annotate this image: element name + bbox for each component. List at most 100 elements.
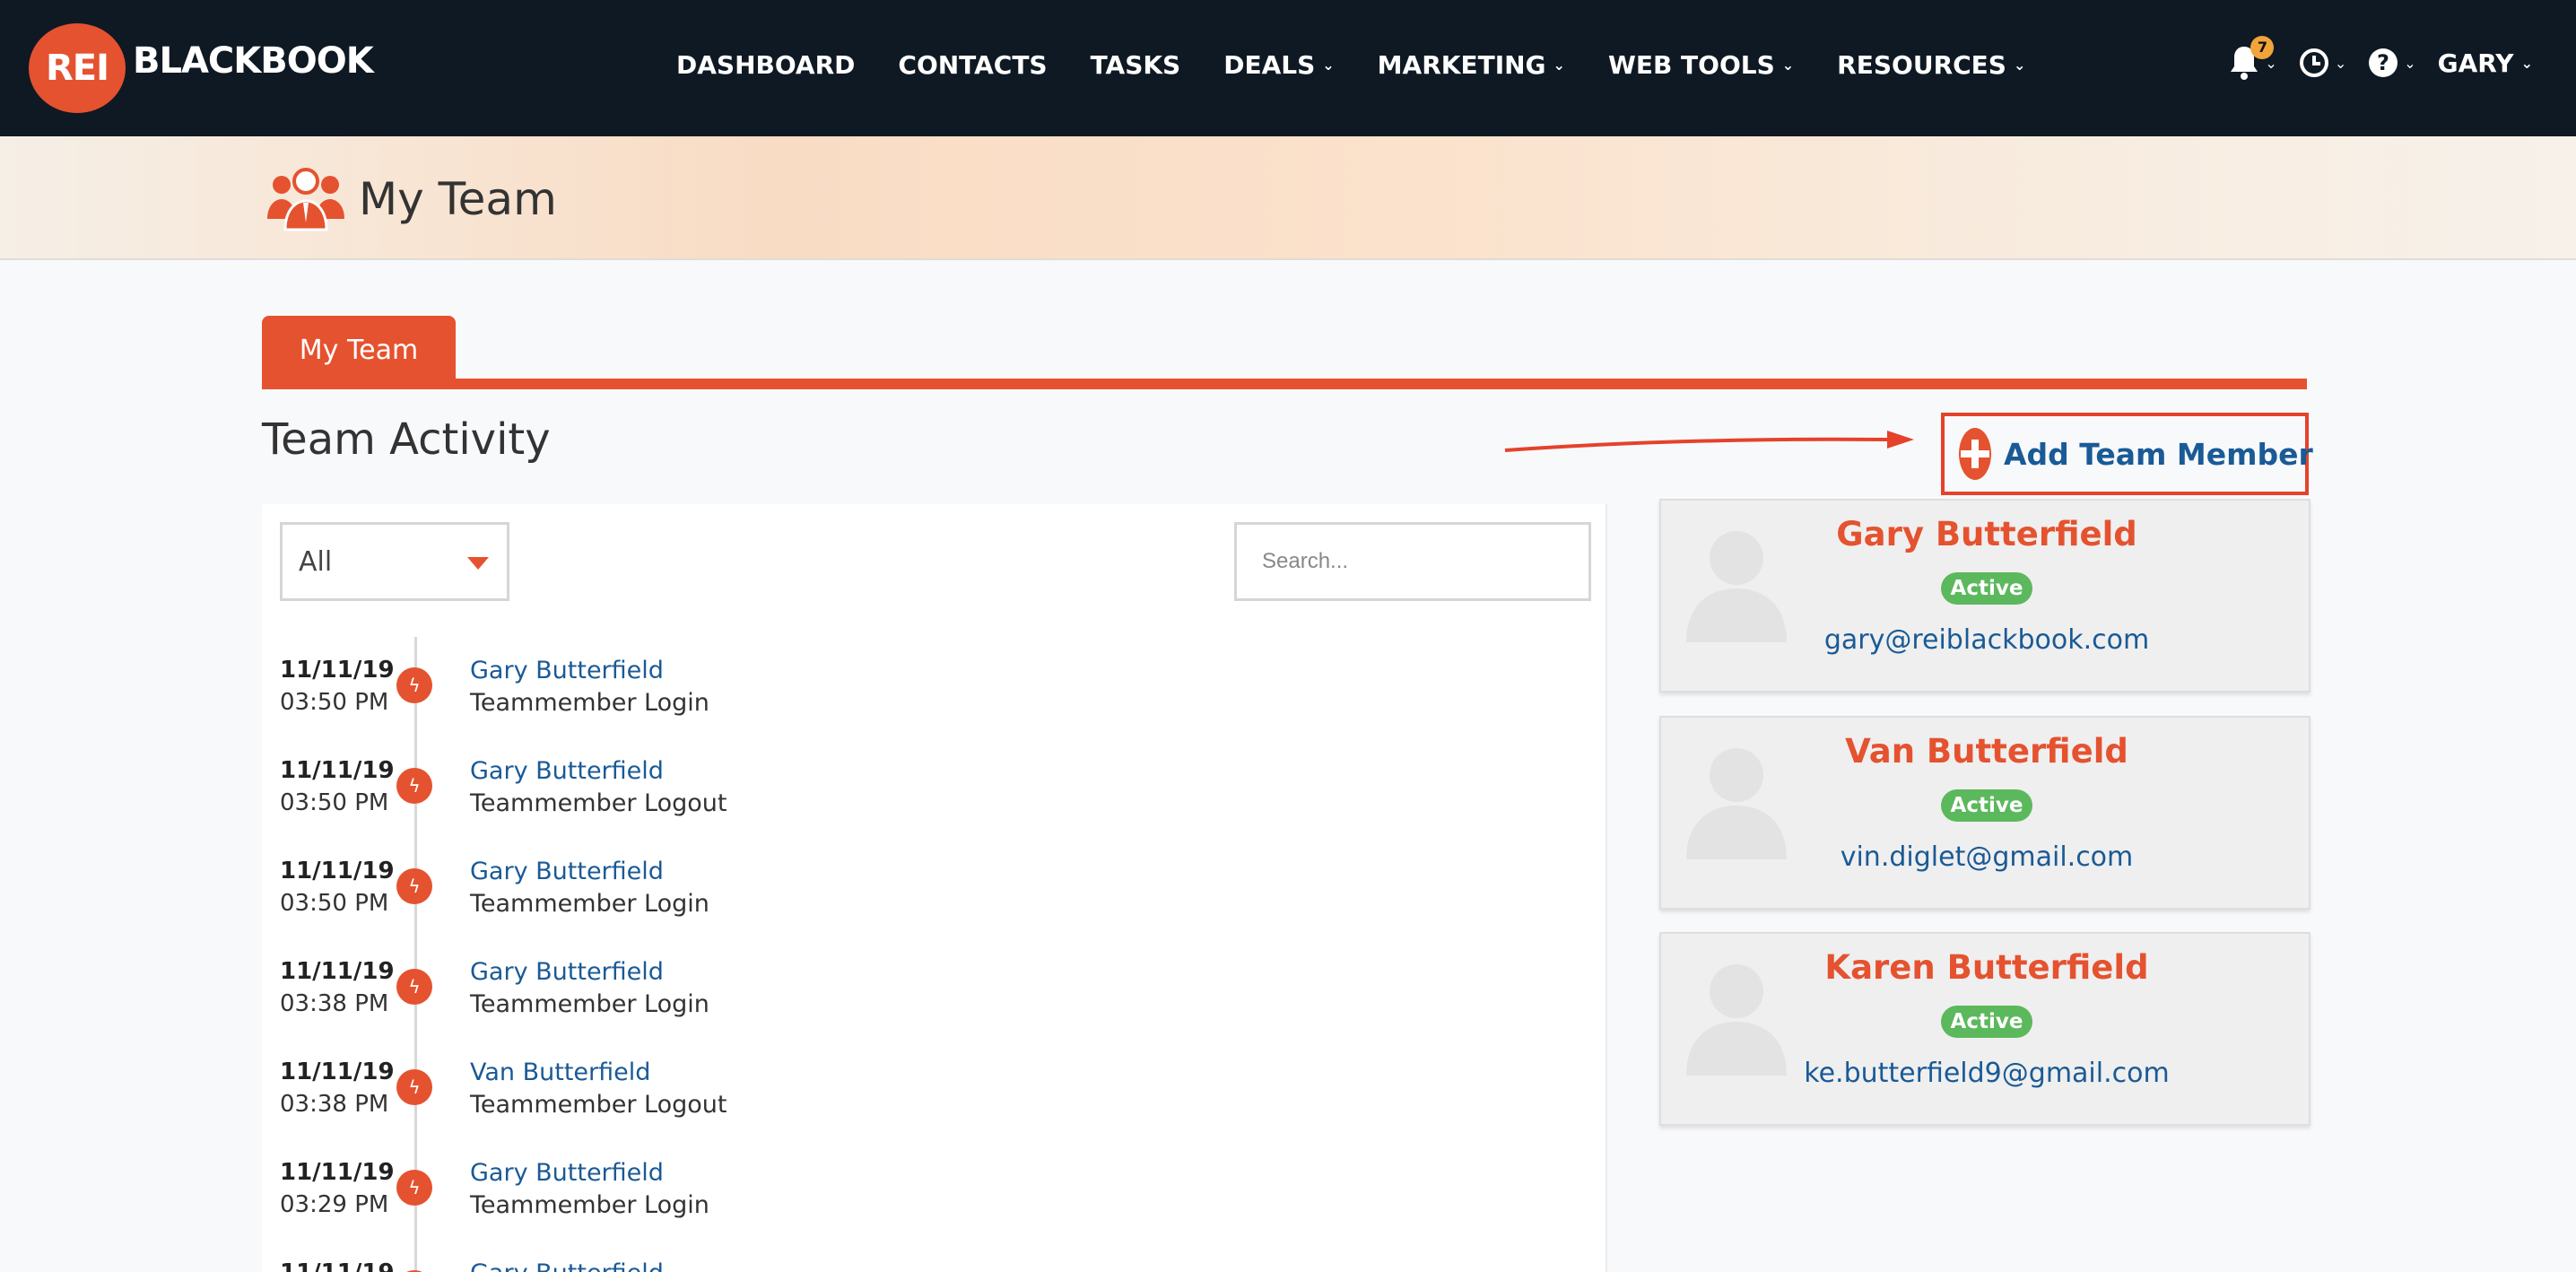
activity-member-link[interactable]: Gary Butterfield <box>470 657 664 684</box>
member-email[interactable]: gary@reiblackbook.com <box>1661 624 2312 656</box>
team-member-card[interactable]: Gary Butterfield Active gary@reiblackboo… <box>1659 499 2311 693</box>
nav-utilities: 7 ⌄ ⌄ ? ⌄ GARY ⌄ <box>2229 36 2533 81</box>
activity-member-link[interactable]: Gary Butterfield <box>470 1159 664 1187</box>
lightning-icon: ϟ <box>396 969 432 1005</box>
chevron-down-icon: ⌄ <box>2520 54 2533 72</box>
lightning-icon: ϟ <box>396 868 432 904</box>
user-menu[interactable]: GARY ⌄ <box>2438 48 2533 78</box>
lightning-icon: ϟ <box>396 768 432 804</box>
activity-action: Teammember Logout <box>470 1091 727 1119</box>
nav-label: CONTACTS <box>898 50 1048 80</box>
lightning-icon: ϟ <box>396 667 432 703</box>
brand-logo[interactable]: REI BLACKBOOK <box>29 23 374 113</box>
status-badge: Active <box>1941 789 2032 822</box>
activity-date: 11/11/19 <box>280 858 395 884</box>
team-icon <box>267 168 344 231</box>
nav-label: MARKETING <box>1377 50 1546 80</box>
status-badge: Active <box>1941 572 2032 605</box>
user-name: GARY <box>2437 48 2514 78</box>
activity-time: 03:29 PM <box>280 1191 389 1218</box>
team-member-card[interactable]: Karen Butterfield Active ke.butterfield9… <box>1659 932 2311 1126</box>
team-activity-panel: All 11/11/19 03:50 PM ϟ Gary Butterfield… <box>262 504 1607 1272</box>
lightning-icon: ϟ <box>396 1170 432 1206</box>
activity-member-link[interactable]: Gary Butterfield <box>470 958 664 986</box>
activity-item: 11/11/19 03:38 PM ϟ Van Butterfield Team… <box>280 1059 1536 1130</box>
activity-filter-select[interactable]: All <box>280 522 509 601</box>
nav-label: RESOURCES <box>1837 50 2006 80</box>
chevron-down-icon: ⌄ <box>1322 57 1335 74</box>
main-nav: DASHBOARD CONTACTS TASKS DEALS ⌄ MARKETIN… <box>676 50 2068 80</box>
add-team-member-label: Add Team Member <box>2004 436 2313 472</box>
notifications-menu[interactable]: 7 ⌄ <box>2229 36 2277 81</box>
nav-label: WEB TOOLS <box>1607 50 1775 80</box>
status-badge: Active <box>1941 1006 2032 1038</box>
activity-item: 11/11/19 ϟ Gary Butterfield <box>280 1259 1536 1272</box>
member-email[interactable]: vin.diglet@gmail.com <box>1661 841 2312 873</box>
chevron-down-icon: ⌄ <box>2013 57 2026 74</box>
annotation-arrow <box>1504 431 1914 452</box>
help-menu[interactable]: ? ⌄ <box>2368 48 2416 78</box>
nav-label: DASHBOARD <box>676 50 856 80</box>
activity-date: 11/11/19 <box>280 657 395 684</box>
page-title: My Team <box>359 173 557 225</box>
activity-item: 11/11/19 03:50 PM ϟ Gary Butterfield Tea… <box>280 858 1536 929</box>
nav-marketing[interactable]: MARKETING ⌄ <box>1378 50 1565 80</box>
activity-search-input[interactable] <box>1234 522 1591 601</box>
chevron-down-icon: ⌄ <box>1781 57 1795 74</box>
activity-date: 11/11/19 <box>280 1259 395 1272</box>
svg-text:?: ? <box>2377 50 2389 75</box>
activity-action: Teammember Login <box>470 1191 709 1219</box>
activity-item: 11/11/19 03:50 PM ϟ Gary Butterfield Tea… <box>280 757 1536 829</box>
activity-action: Teammember Login <box>470 990 709 1018</box>
activity-member-link[interactable]: Van Butterfield <box>470 1059 650 1086</box>
tab-my-team[interactable]: My Team <box>262 316 456 384</box>
activity-time: 03:50 PM <box>280 789 389 816</box>
nav-label: DEALS <box>1223 50 1316 80</box>
activity-item: 11/11/19 03:29 PM ϟ Gary Butterfield Tea… <box>280 1159 1536 1231</box>
chevron-down-icon: ⌄ <box>2334 54 2347 72</box>
member-email[interactable]: ke.butterfield9@gmail.com <box>1661 1058 2312 1089</box>
caret-down-icon <box>467 557 489 570</box>
nav-deals[interactable]: DEALS ⌄ <box>1223 50 1334 80</box>
logo-mark: REI <box>29 23 126 113</box>
activity-date: 11/11/19 <box>280 1059 395 1085</box>
team-activity-title: Team Activity <box>262 414 551 465</box>
history-menu[interactable]: ⌄ <box>2299 48 2346 78</box>
activity-member-link[interactable]: Gary Butterfield <box>470 858 664 885</box>
activity-time: 03:38 PM <box>280 1091 389 1118</box>
team-member-card[interactable]: Van Butterfield Active vin.diglet@gmail.… <box>1659 716 2311 910</box>
chevron-down-icon: ⌄ <box>2404 54 2416 72</box>
activity-time: 03:38 PM <box>280 990 389 1017</box>
nav-contacts[interactable]: CONTACTS <box>898 50 1047 80</box>
activity-date: 11/11/19 <box>280 1159 395 1186</box>
tab-underline <box>262 379 2307 389</box>
member-name: Gary Butterfield <box>1836 515 2137 553</box>
activity-action: Teammember Login <box>470 890 709 918</box>
activity-member-link[interactable]: Gary Butterfield <box>470 757 664 785</box>
filter-selected-value: All <box>299 545 333 578</box>
activity-date: 11/11/19 <box>280 757 395 784</box>
lightning-icon: ϟ <box>396 1069 432 1105</box>
plus-circle-icon <box>1959 428 1991 480</box>
member-name: Van Butterfield <box>1845 732 2128 771</box>
logo-text: BLACKBOOK <box>133 40 374 82</box>
help-icon: ? <box>2369 48 2398 77</box>
add-team-member-button[interactable]: Add Team Member <box>1941 413 2313 495</box>
nav-tasks[interactable]: TASKS <box>1091 50 1181 80</box>
activity-action: Teammember Logout <box>470 789 727 817</box>
clock-icon <box>2299 48 2328 77</box>
member-name: Karen Butterfield <box>1824 948 2149 987</box>
activity-action: Teammember Login <box>470 689 709 717</box>
nav-label: TASKS <box>1090 50 1181 80</box>
activity-member-link[interactable]: Gary Butterfield <box>470 1259 664 1272</box>
chevron-down-icon: ⌄ <box>1553 57 1565 74</box>
activity-time: 03:50 PM <box>280 689 389 716</box>
nav-resources[interactable]: RESOURCES ⌄ <box>1837 50 2025 80</box>
activity-item: 11/11/19 03:38 PM ϟ Gary Butterfield Tea… <box>280 958 1536 1030</box>
nav-dashboard[interactable]: DASHBOARD <box>676 50 855 80</box>
activity-item: 11/11/19 03:50 PM ϟ Gary Butterfield Tea… <box>280 657 1536 728</box>
nav-web-tools[interactable]: WEB TOOLS ⌄ <box>1608 50 1794 80</box>
page-title-group: My Team <box>264 165 557 233</box>
activity-date: 11/11/19 <box>280 958 395 985</box>
activity-time: 03:50 PM <box>280 890 389 917</box>
